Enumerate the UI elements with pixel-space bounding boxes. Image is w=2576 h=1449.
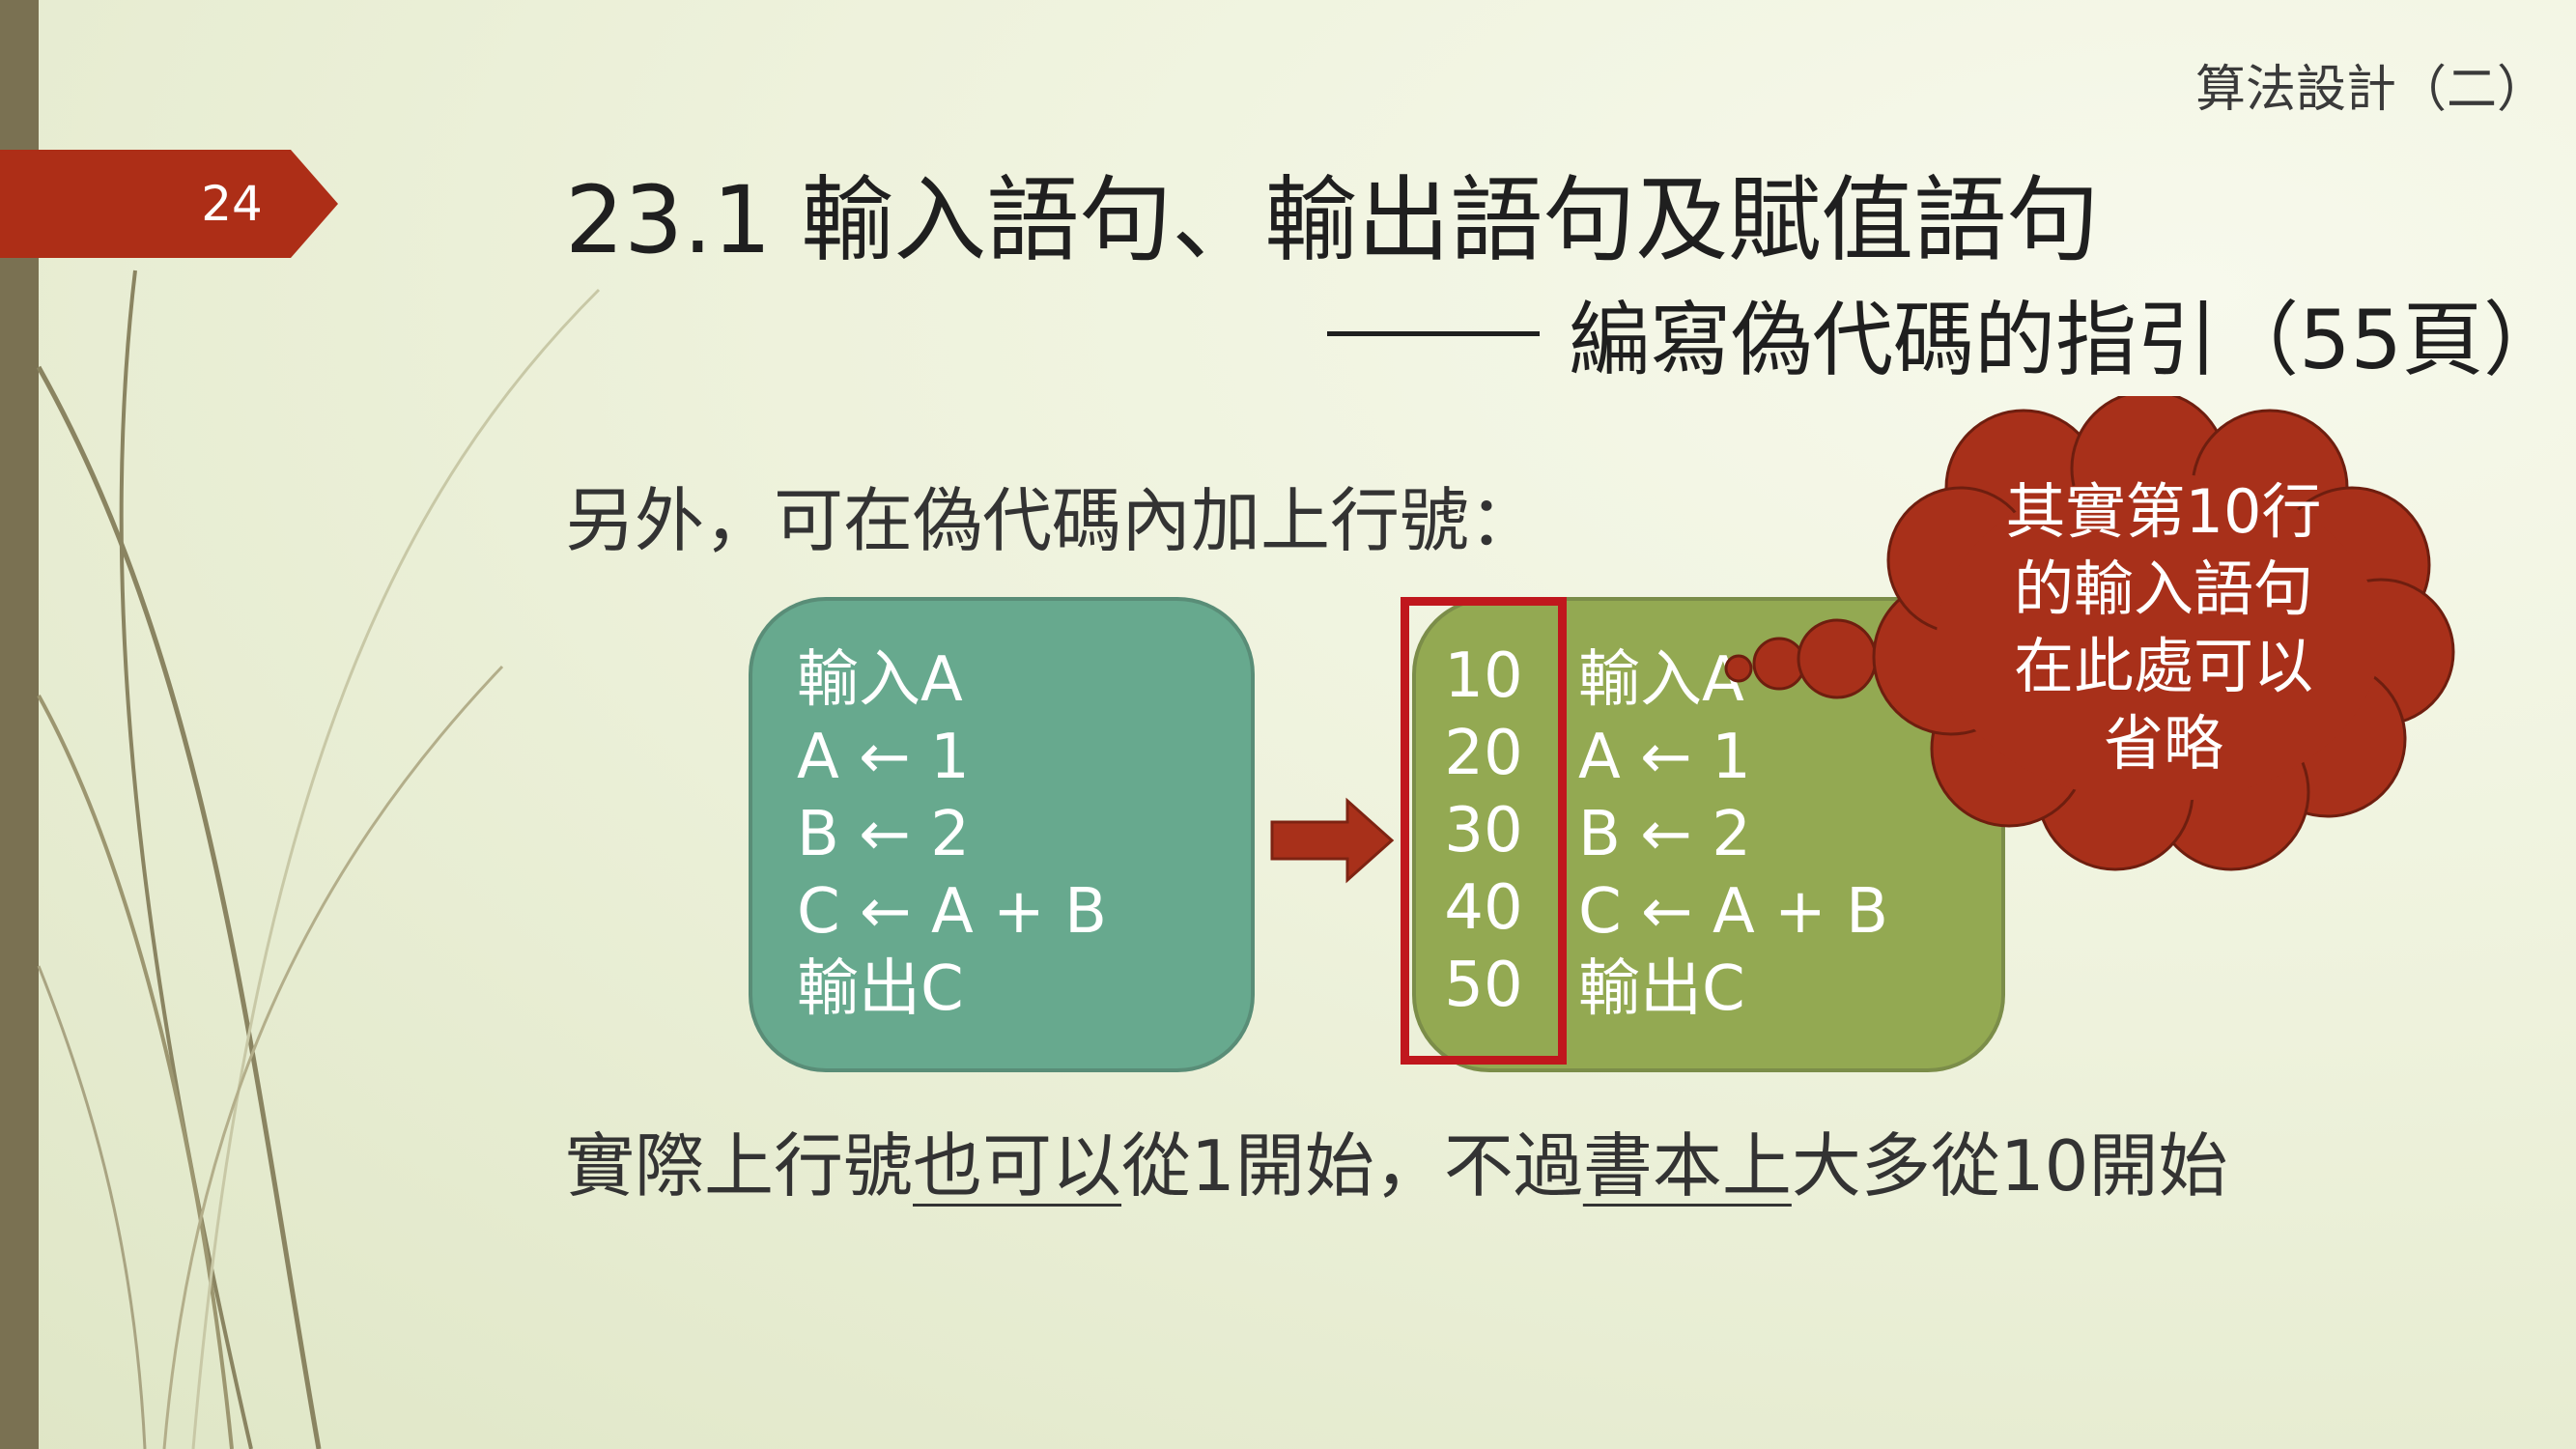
code-line: A ← 1 [797, 722, 970, 793]
right-arrow-icon [1270, 797, 1395, 884]
slide-title: 23.1 輸入語句、輸出語句及賦值語句 [565, 166, 2100, 274]
callout-text: 其實第10行 的輸入語句 在此處可以 省略 [1970, 473, 2357, 782]
code-box-plain: 輸入A A ← 1 B ← 2 C ← A + B 輸出C [749, 597, 1255, 1072]
callout-line: 其實第10行 [2005, 476, 2322, 547]
callout-line: 的輸入語句 [2013, 554, 2313, 624]
code-lines: 輸入A A ← 1 B ← 2 C ← A + B 輸出C [797, 641, 1107, 1028]
code-line: 輸出C [797, 953, 964, 1025]
callout-line: 省略 [2103, 708, 2223, 779]
slide-subtitle: 編寫偽代碼的指引（55頁） [1327, 275, 2564, 392]
slide-number-tab [0, 150, 338, 258]
footer-part: 大多從10開始 [1791, 1125, 2228, 1207]
code-line: C ← A + B [797, 876, 1107, 948]
code-line: 輸出C [1578, 953, 1745, 1025]
subtitle-text: 編寫偽代碼的指引（55頁） [1569, 293, 2564, 387]
line-number-highlight [1401, 597, 1567, 1065]
callout-line: 在此處可以 [2013, 631, 2313, 701]
subtitle-dash-line [1327, 331, 1541, 336]
footer-part: 從1開始，不過 [1121, 1125, 1583, 1207]
section-label: 算法設計（二） [2194, 61, 2547, 119]
footer-underlined-part: 書本上 [1582, 1125, 1792, 1207]
footer-note: 實際上行號也可以從1開始，不過書本上大多從10開始 [565, 1109, 2227, 1210]
intro-text: 另外，可在偽代碼內加上行號： [565, 480, 1540, 561]
code-line: B ← 2 [797, 799, 970, 870]
code-line: 輸入A [797, 644, 963, 716]
footer-part: 實際上行號 [565, 1125, 914, 1207]
footer-underlined-part: 也可以 [913, 1125, 1122, 1207]
slide-number: 24 [201, 176, 263, 232]
